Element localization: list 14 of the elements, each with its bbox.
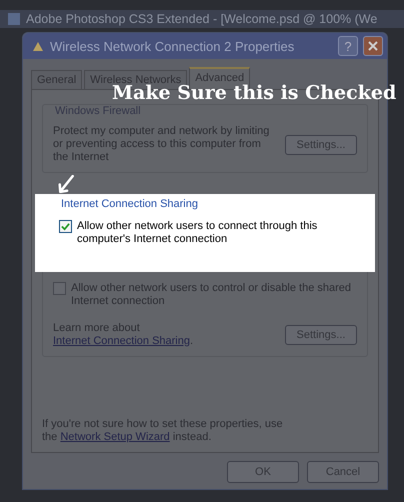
checkbox[interactable] bbox=[59, 220, 72, 233]
dialog-title: Wireless Network Connection 2 Properties bbox=[50, 38, 296, 54]
help-link[interactable]: Internet Connection Sharing bbox=[53, 335, 190, 347]
wizard-link[interactable]: Network Setup Wizard bbox=[60, 431, 170, 443]
help-button[interactable]: ? bbox=[338, 36, 358, 56]
app-logo-icon bbox=[8, 13, 20, 25]
checkbox-label: Allow other network users to control or disable the shared Internet connection bbox=[71, 282, 352, 308]
checkbox-label: Allow other network users to connect through this computer's Internet connection bbox=[77, 220, 318, 246]
app-title: Adobe Photoshop CS3 Extended - [Welcome.psd @ 100% (We bbox=[26, 12, 378, 26]
close-icon bbox=[368, 41, 378, 51]
close-button[interactable] bbox=[363, 36, 383, 56]
group-title: Internet Connection Sharing bbox=[59, 198, 200, 210]
checkbox[interactable] bbox=[53, 282, 66, 295]
learn-more-text: Learn more about Internet Connection Sharing. bbox=[53, 322, 194, 348]
